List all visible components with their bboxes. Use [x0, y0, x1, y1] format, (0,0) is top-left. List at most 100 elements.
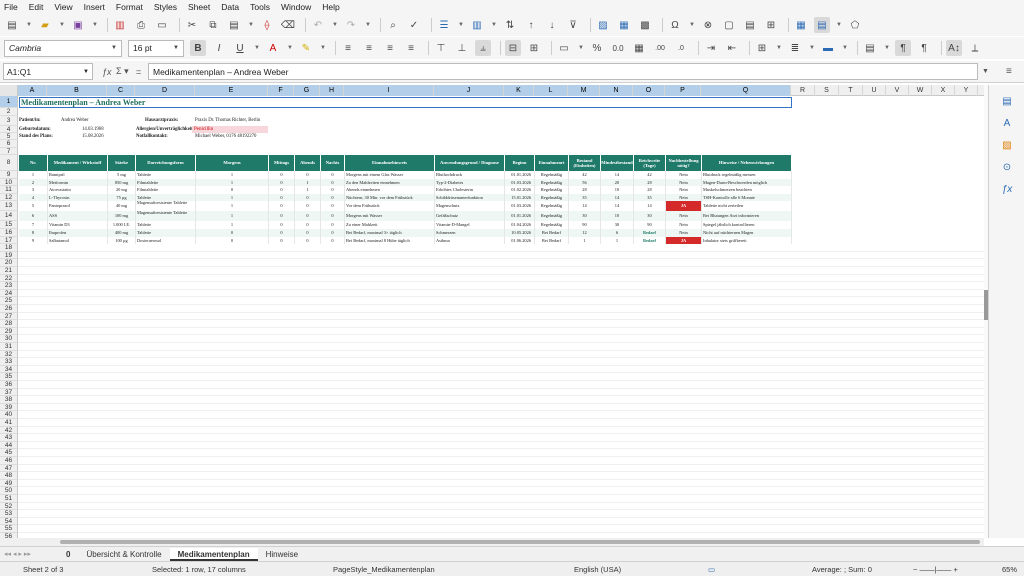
- column-header-q[interactable]: Q: [701, 85, 791, 96]
- table-cell[interactable]: 0: [269, 221, 295, 229]
- decrease-indent-icon[interactable]: ⇤: [724, 40, 740, 56]
- menu-file[interactable]: File: [4, 2, 18, 12]
- table-cell[interactable]: Tablette nicht zerteilen: [702, 201, 792, 212]
- table-cell[interactable]: Muskelschmerzen beachten: [702, 186, 792, 194]
- table-cell[interactable]: 14: [601, 201, 634, 212]
- table-cell[interactable]: 6: [601, 229, 634, 237]
- status-page-style[interactable]: PageStyle_Medikamentenplan: [333, 565, 435, 574]
- table-cell[interactable]: L-Thyroxin: [48, 193, 108, 202]
- font-name-box[interactable]: Cambria ▼: [4, 39, 122, 57]
- export-pdf-icon[interactable]: ▥: [112, 17, 128, 33]
- table-cell[interactable]: Magen-Darm-Beschwerden möglich: [702, 178, 792, 187]
- table-cell[interactable]: 0: [295, 229, 321, 237]
- table-cell[interactable]: 40 mg: [108, 201, 136, 212]
- table-cell[interactable]: 35: [569, 193, 601, 202]
- table-cell[interactable]: 0: [269, 171, 295, 179]
- table-cell[interactable]: Atorvastatin: [48, 186, 108, 194]
- comment-icon[interactable]: ▢: [721, 17, 737, 33]
- column-dropdown-icon[interactable]: ▼: [490, 17, 498, 33]
- table-cell[interactable]: ASS: [48, 211, 108, 222]
- row-header-13[interactable]: 13: [0, 201, 18, 212]
- table-cell[interactable]: 0: [196, 229, 269, 237]
- table-cell[interactable]: 10.05.2026: [505, 229, 535, 237]
- table-cell[interactable]: Morgens mit einem Glas Wasser: [345, 171, 435, 179]
- table-cell[interactable]: 9: [19, 236, 48, 245]
- table-cell[interactable]: 1: [196, 193, 269, 202]
- sort-icon[interactable]: ⇅: [502, 17, 518, 33]
- table-cell[interactable]: 0: [321, 221, 345, 229]
- table-cell[interactable]: Spiegel jährlich kontrollieren: [702, 221, 792, 229]
- table-cell[interactable]: Bluthochdruck: [435, 171, 505, 179]
- function-wizard-icon[interactable]: ƒx: [102, 67, 112, 77]
- tab-scroll-arrows-icon[interactable]: ◂◂ ◂ ▸ ▸▸: [0, 550, 58, 558]
- special-character-icon[interactable]: Ω: [667, 17, 683, 33]
- insert-image-icon[interactable]: ▨: [595, 17, 611, 33]
- menu-view[interactable]: View: [54, 2, 72, 12]
- align-top-icon[interactable]: ⊤: [433, 40, 449, 56]
- column-header-s[interactable]: S: [815, 85, 839, 96]
- formula-input[interactable]: Medikamentenplan – Andrea Weber: [148, 63, 978, 80]
- table-cell[interactable]: 90: [634, 221, 666, 229]
- menu-sheet[interactable]: Sheet: [188, 2, 210, 12]
- define-print-area-icon[interactable]: ⊞: [763, 17, 779, 33]
- table-cell[interactable]: 90: [569, 221, 601, 229]
- table-cell[interactable]: 1: [601, 236, 634, 245]
- left-to-right-icon[interactable]: ¶: [895, 40, 911, 56]
- table-cell[interactable]: 2: [19, 178, 48, 187]
- row-header-35[interactable]: 35: [0, 373, 18, 381]
- split-dropdown-icon[interactable]: ▼: [835, 17, 843, 33]
- font-color-dropdown-icon[interactable]: ▼: [286, 40, 294, 56]
- table-cell[interactable]: 7: [19, 221, 48, 229]
- highlight-dropdown-icon[interactable]: ▼: [319, 40, 327, 56]
- table-cell[interactable]: Bei Bedarf, maximal 3× täglich: [345, 229, 435, 237]
- merge-center-icon[interactable]: ⊞: [526, 40, 542, 56]
- table-cell[interactable]: 0: [269, 211, 295, 222]
- column-header-d[interactable]: D: [135, 85, 195, 96]
- font-size-box[interactable]: 16 pt ▼: [128, 39, 184, 57]
- table-cell[interactable]: Nein: [666, 221, 702, 229]
- row-header-50[interactable]: 50: [0, 487, 18, 495]
- highlight-color-icon[interactable]: ✎: [298, 40, 314, 56]
- table-cell[interactable]: 1: [196, 221, 269, 229]
- table-cell[interactable]: 0: [295, 211, 321, 222]
- table-cell[interactable]: 5: [19, 201, 48, 212]
- table-cell[interactable]: Regelmäßig: [535, 211, 569, 222]
- navigator-icon[interactable]: ⊙: [999, 159, 1015, 175]
- row-header-7[interactable]: 7: [0, 148, 18, 155]
- open-dropdown-icon[interactable]: ▼: [58, 17, 66, 33]
- table-cell[interactable]: 10: [601, 186, 634, 194]
- table-cell[interactable]: 0: [295, 221, 321, 229]
- column-header-g[interactable]: G: [294, 85, 320, 96]
- table-cell[interactable]: 1: [196, 201, 269, 212]
- tab-medikamentenplan[interactable]: Medikamentenplan: [169, 547, 258, 561]
- center-vertically-icon[interactable]: ⊥: [454, 40, 470, 56]
- row-header-5[interactable]: 5: [0, 133, 18, 140]
- status-language[interactable]: English (USA): [574, 565, 621, 574]
- table-cell[interactable]: 0: [295, 171, 321, 179]
- sheet-title[interactable]: Medikamentenplan – Andrea Weber: [19, 97, 792, 108]
- row-header-36[interactable]: 36: [0, 381, 18, 389]
- table-cell[interactable]: 850 mg: [108, 178, 136, 187]
- split-window-icon[interactable]: ▤: [814, 17, 830, 33]
- horizontal-scrollbar[interactable]: [0, 538, 984, 546]
- redo-dropdown-icon[interactable]: ▼: [364, 17, 372, 33]
- border-color-dropdown-icon[interactable]: ▼: [841, 40, 849, 56]
- new-dropdown-icon[interactable]: ▼: [25, 17, 33, 33]
- row-header-44[interactable]: 44: [0, 441, 18, 450]
- column-header-r[interactable]: R: [791, 85, 815, 96]
- row-header-37[interactable]: 37: [0, 388, 18, 397]
- table-cell[interactable]: Morgens mit Wasser: [345, 211, 435, 222]
- row-header-6[interactable]: 6: [0, 140, 18, 148]
- table-cell[interactable]: Dosieraerosol: [136, 236, 196, 245]
- align-right-icon[interactable]: ≡: [382, 40, 398, 56]
- zoom-slider[interactable]: − ——|—— +: [913, 565, 958, 574]
- print-preview-icon[interactable]: ▭: [154, 17, 170, 33]
- row-header-48[interactable]: 48: [0, 472, 18, 480]
- row-header-47[interactable]: 47: [0, 464, 18, 473]
- properties-icon[interactable]: ▤: [999, 93, 1015, 109]
- table-cell[interactable]: 1: [295, 178, 321, 187]
- undo-dropdown-icon[interactable]: ▼: [331, 17, 339, 33]
- horizontal-scroll-thumb[interactable]: [60, 540, 980, 544]
- row-header-33[interactable]: 33: [0, 358, 18, 366]
- status-zoom[interactable]: 65%: [1002, 565, 1017, 574]
